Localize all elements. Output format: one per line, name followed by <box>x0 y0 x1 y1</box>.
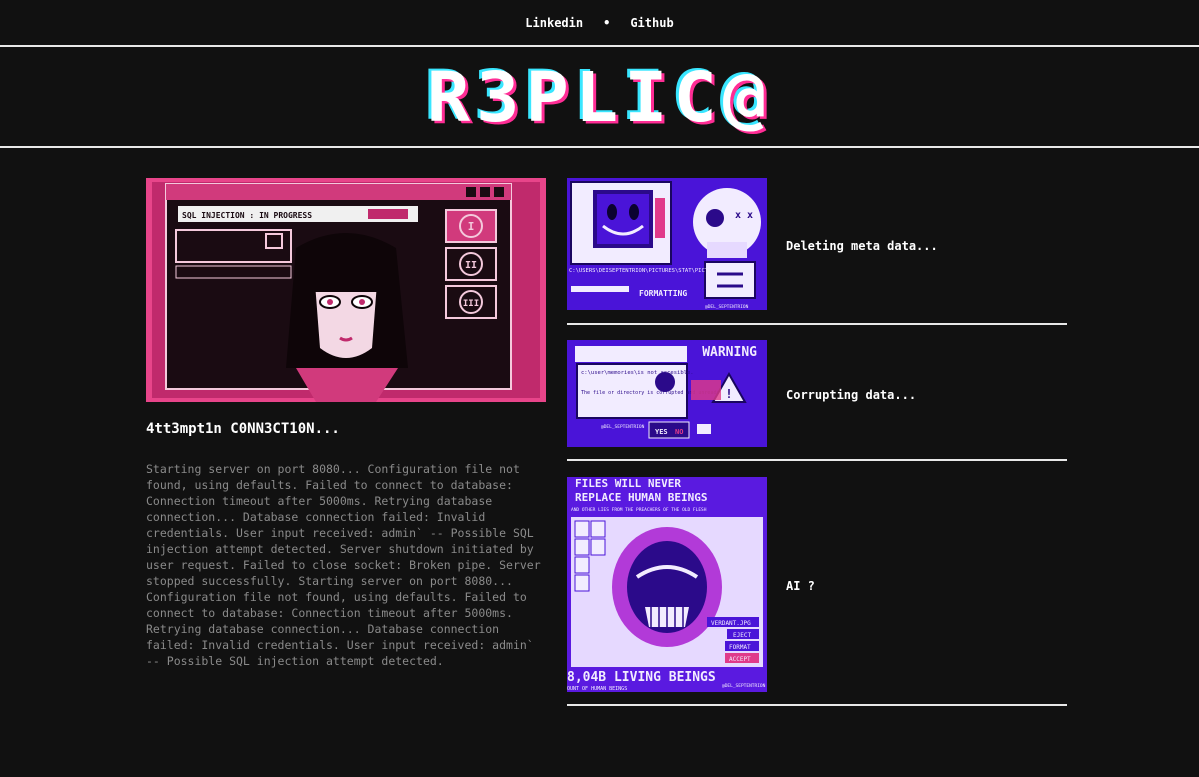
header-divider-bottom <box>0 146 1199 148</box>
feature-body: Starting server on port 8080... Configur… <box>146 462 541 668</box>
item-label[interactable]: Deleting meta data... <box>786 239 938 253</box>
headline-text: FILES WILL NEVER <box>575 477 681 490</box>
feature-image[interactable]: SQL INJECTION : IN PROGRESS I II III <box>146 178 546 402</box>
site-logo[interactable]: R3PLIC@ <box>0 47 1199 146</box>
credit-text: @DEL_SEPTENTRION <box>722 683 766 689</box>
subheadline-text: AND OTHER LIES FROM THE PREACHERS OF THE… <box>571 507 707 513</box>
nav-separator: • <box>603 15 611 30</box>
github-link[interactable]: Github <box>630 16 673 30</box>
format-banner-text: FORMAT CORRUPTED PARTITION? <box>579 406 685 414</box>
count-text: OUNT OF HUMAN BEINGS <box>567 686 627 692</box>
item-thumbnail[interactable]: FILES WILL NEVER REPLACE HUMAN BEINGS AN… <box>567 477 767 692</box>
list-item[interactable]: FILES WILL NEVER REPLACE HUMAN BEINGS AN… <box>567 477 1067 707</box>
list-item[interactable]: WARNING c:\user\memories\is not accesibl… <box>567 340 1067 462</box>
item-divider <box>567 323 1067 325</box>
format-text: FORMAT <box>729 644 751 651</box>
linkedin-link[interactable]: Linkedin <box>525 16 583 30</box>
credit-text: @DEL_SEPTENTRION <box>601 424 645 430</box>
item-thumbnail[interactable]: x x C:\USERS\DEISEPTENTRION\PICTURES\STA… <box>567 178 767 310</box>
yes-text: YES <box>655 428 668 436</box>
svg-text:!: ! <box>725 387 732 401</box>
headline-text: REPLACE HUMAN BEINGS <box>575 491 707 504</box>
feature-title[interactable]: 4tt3mpt1n C0NN3CT10N... <box>146 421 340 437</box>
sql-injection-text: SQL INJECTION : IN PROGRESS <box>182 211 312 220</box>
eject-text: EJECT <box>733 632 751 639</box>
svg-text:x x: x x <box>735 210 753 221</box>
file-text: VERDANT.JPG <box>711 620 751 627</box>
warning-text: WARNING <box>702 345 757 360</box>
button-one-text: I <box>468 220 475 233</box>
no-text: NO <box>675 428 683 436</box>
item-divider <box>567 459 1067 461</box>
item-label[interactable]: AI ? <box>786 579 815 593</box>
button-two-text: II <box>465 260 477 271</box>
path-text: C:\USERS\DEISEPTENTRION\PICTURES\STAT\PI… <box>569 268 738 274</box>
formatting-text: FORMATTING <box>639 289 687 298</box>
button-three-text: III <box>463 299 479 309</box>
living-beings-text: 8,04B LIVING BEINGS <box>567 670 716 685</box>
item-label[interactable]: Corrupting data... <box>786 388 916 402</box>
item-thumbnail[interactable]: WARNING c:\user\memories\is not accesibl… <box>567 340 767 447</box>
logo-text: R3PLIC@ <box>426 56 773 137</box>
accept-text: ACCEPT <box>729 656 751 663</box>
list-item[interactable]: x x C:\USERS\DEISEPTENTRION\PICTURES\STA… <box>567 178 1067 326</box>
top-nav: Linkedin • Github <box>0 0 1199 45</box>
memories-text: c:\user\memories\is not accesible. <box>581 370 694 376</box>
credit-text: @DEL_SEPTENTRION <box>705 304 749 310</box>
item-divider <box>567 704 1067 706</box>
